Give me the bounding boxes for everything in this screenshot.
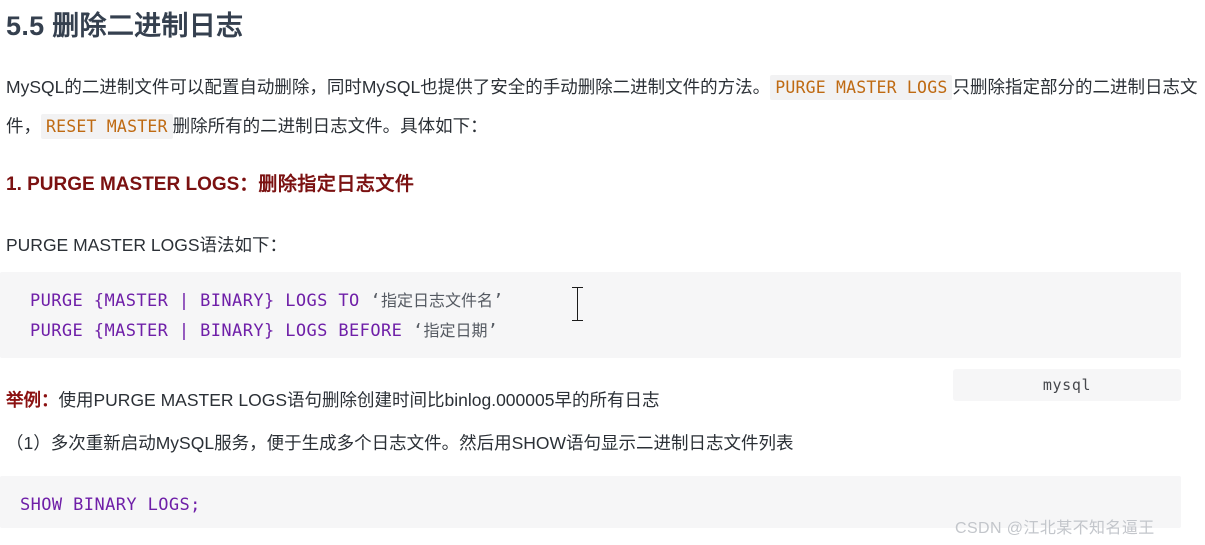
syntax-lead-text: PURGE MASTER LOGS语法如下： (6, 235, 288, 255)
step-1-paragraph: （1）多次重新启动MySQL服务，便于生成多个日志文件。然后用SHOW语句显示二… (6, 433, 794, 453)
code-line-1-quote-open: ‘ (370, 291, 381, 311)
subsection-heading: 1. PURGE MASTER LOGS：删除指定日志文件 (6, 169, 414, 196)
code-line-1-arg: 指定日志文件名 (380, 291, 493, 310)
code-line-2: PURGE {MASTER | BINARY} LOGS BEFORE ‘指定日… (30, 316, 1181, 346)
example-text: 使用PURGE MASTER LOGS语句删除创建时间比binlog.00000… (58, 390, 660, 410)
example-paragraph: 举例：使用PURGE MASTER LOGS语句删除创建时间比binlog.00… (6, 381, 659, 419)
watermark: CSDN @江北某不知名逼王 (955, 520, 1155, 537)
code-line-2-arg: 指定日期 (423, 321, 488, 340)
code-line-2-quote-open: ‘ (412, 321, 424, 341)
code-line-2-quote-close: ’ (487, 321, 499, 341)
subsection-heading-latin: 1. PURGE MASTER LOGS： (6, 174, 259, 195)
inline-code-purge-master-logs: PURGE MASTER LOGS (770, 75, 953, 100)
inline-code-reset-master: RESET MASTER (41, 114, 173, 139)
document-page: 5.5 删除二进制日志 MySQL的二进制文件可以配置自动删除，同时MySQL也… (0, 0, 1205, 545)
page-title: 5.5 删除二进制日志 (6, 11, 244, 41)
intro-text-part-3: 删除所有的二进制日志文件。具体如下： (172, 116, 488, 136)
code-block-syntax[interactable]: PURGE {MASTER | BINARY} LOGS TO ‘指定日志文件名… (0, 272, 1181, 358)
example-label: 举例： (6, 390, 59, 410)
intro-paragraph: MySQL的二进制文件可以配置自动删除，同时MySQL也提供了安全的手动删除二进… (6, 68, 1205, 146)
code-language-label-mysql: mysql (953, 369, 1181, 401)
code-line-1: PURGE {MASTER | BINARY} LOGS TO ‘指定日志文件名… (30, 286, 1181, 316)
subsection-heading-cn: 删除指定日志文件 (258, 174, 415, 195)
code-line-2-prefix: PURGE {MASTER | BINARY} LOGS BEFORE (30, 321, 413, 341)
code-line-1-quote-close: ’ (492, 291, 504, 311)
code-line-1-prefix: PURGE {MASTER | BINARY} LOGS TO (30, 291, 371, 311)
intro-text-part-1: MySQL的二进制文件可以配置自动删除，同时MySQL也提供了安全的手动删除二进… (6, 77, 771, 97)
